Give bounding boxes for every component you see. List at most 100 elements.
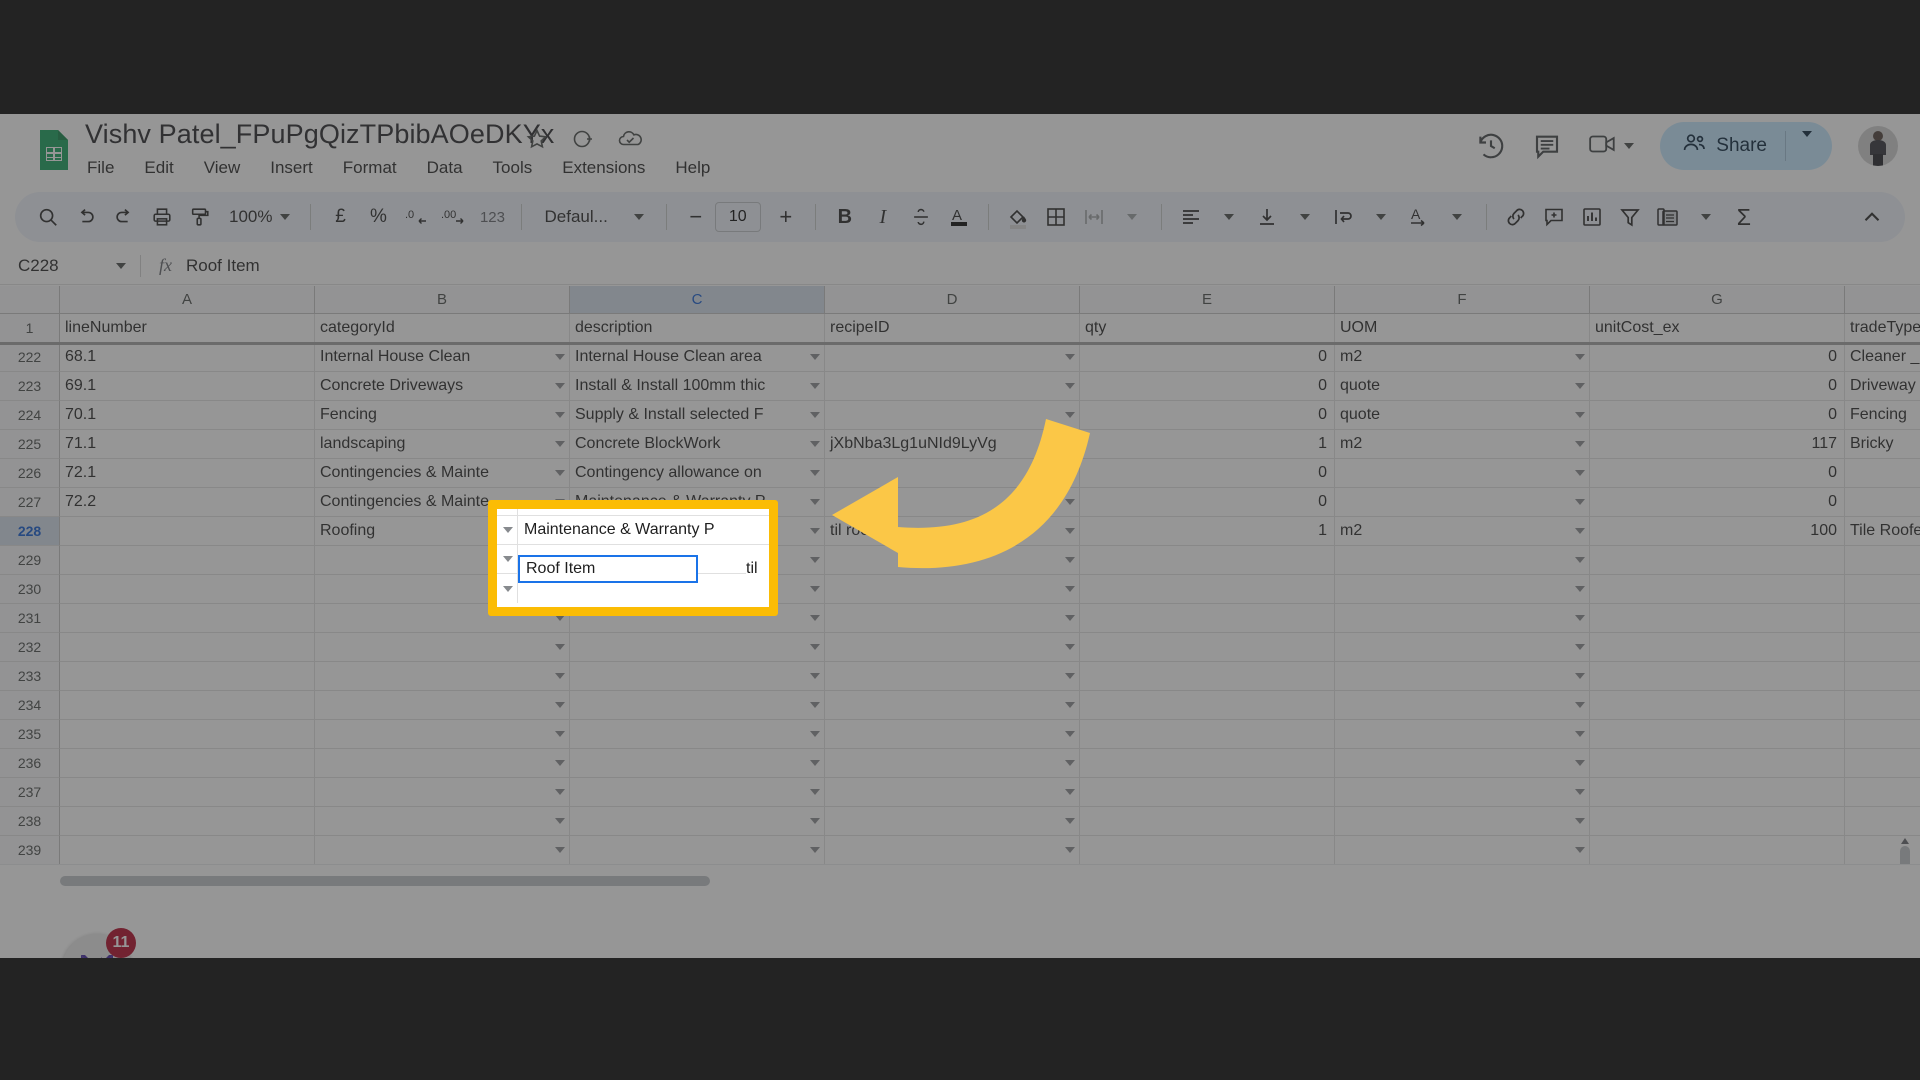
grid-cell-E234[interactable] (1080, 691, 1335, 720)
grid-cell-C232[interactable] (570, 633, 825, 662)
grid-cell-A229[interactable] (60, 546, 315, 575)
data-validation-caret-icon[interactable] (1575, 383, 1585, 389)
grid-cell-E239[interactable] (1080, 836, 1335, 864)
grid-cell-G238[interactable] (1590, 807, 1845, 836)
table-row[interactable]: 234 (0, 691, 1920, 720)
grid-cell-F229[interactable] (1335, 546, 1590, 575)
grid-cell-F224[interactable]: quote (1335, 401, 1590, 430)
grid-cell-G227[interactable]: 0 (1590, 488, 1845, 517)
data-validation-caret-icon[interactable] (810, 847, 820, 853)
share-button[interactable]: Share (1660, 122, 1832, 170)
data-validation-caret-icon[interactable] (1065, 789, 1075, 795)
comments-icon[interactable] (1532, 131, 1562, 161)
grid-cell-B222[interactable]: Internal House Clean (315, 343, 570, 372)
data-validation-caret-icon[interactable] (1575, 557, 1585, 563)
data-validation-caret-icon[interactable] (1575, 731, 1585, 737)
text-rotation-button[interactable]: A (1400, 198, 1438, 236)
grid-cell-E223[interactable]: 0 (1080, 372, 1335, 401)
row-header-233[interactable]: 233 (0, 662, 60, 691)
data-validation-caret-icon[interactable] (555, 760, 565, 766)
move-to-drive-icon[interactable] (571, 127, 595, 151)
grid-cell-F237[interactable] (1335, 778, 1590, 807)
data-validation-caret-icon[interactable] (1065, 702, 1075, 708)
chevron-down-icon[interactable] (1286, 198, 1324, 236)
data-validation-caret-icon[interactable] (1065, 731, 1075, 737)
data-validation-caret-icon[interactable] (1065, 354, 1075, 360)
row-header-227[interactable]: 227 (0, 488, 60, 517)
increase-decimal-button[interactable]: .00 (435, 198, 473, 236)
scroll-up-button[interactable] (1896, 832, 1914, 850)
grid-cell-D222[interactable] (825, 343, 1080, 372)
grid-cell-A239[interactable] (60, 836, 315, 864)
data-validation-caret-icon[interactable] (1065, 818, 1075, 824)
currency-button[interactable]: £ (321, 198, 359, 236)
header-cell[interactable]: tradeType (1845, 314, 1920, 343)
grid-cell-H226[interactable] (1845, 459, 1920, 488)
grid-cell-F233[interactable] (1335, 662, 1590, 691)
table-row[interactable]: 223 69.1 Concrete Driveways Install & Insta… (0, 372, 1920, 401)
grid-cell-F228[interactable]: m2 (1335, 517, 1590, 546)
data-validation-caret-icon[interactable] (555, 702, 565, 708)
grid-cell-D234[interactable] (825, 691, 1080, 720)
column-header-b[interactable]: B (315, 286, 570, 314)
header-cell[interactable]: recipeID (825, 314, 1080, 343)
grid-cell-H232[interactable] (1845, 633, 1920, 662)
grid-cell-A233[interactable] (60, 662, 315, 691)
column-header-g[interactable]: G (1590, 286, 1845, 314)
grid-cell-B223[interactable]: Concrete Driveways (315, 372, 570, 401)
table-row[interactable]: 235 (0, 720, 1920, 749)
fill-color-button[interactable] (999, 198, 1037, 236)
data-validation-caret-icon[interactable] (1065, 673, 1075, 679)
row-header-225[interactable]: 225 (0, 430, 60, 459)
grid-cell-E237[interactable] (1080, 778, 1335, 807)
grid-cell-B233[interactable] (315, 662, 570, 691)
data-validation-caret-icon[interactable] (492, 544, 518, 574)
data-validation-caret-icon[interactable] (810, 673, 820, 679)
version-history-icon[interactable] (1476, 131, 1506, 161)
data-validation-caret-icon[interactable] (1065, 760, 1075, 766)
row-header-1[interactable]: 1 (0, 314, 60, 343)
grid-cell-D238[interactable] (825, 807, 1080, 836)
chevron-down-icon[interactable] (1438, 198, 1476, 236)
table-row[interactable]: 232 (0, 633, 1920, 662)
menu-insert[interactable]: Insert (268, 156, 315, 180)
data-validation-caret-icon[interactable] (555, 412, 565, 418)
row-header-226[interactable]: 226 (0, 459, 60, 488)
grid-cell-A223[interactable]: 69.1 (60, 372, 315, 401)
menu-view[interactable]: View (202, 156, 243, 180)
column-header-h[interactable]: H (1845, 286, 1920, 314)
font-size-input[interactable]: 10 (714, 202, 761, 232)
mail-widget[interactable]: 11 (62, 928, 136, 958)
grid-cell-H236[interactable] (1845, 749, 1920, 778)
grid-cell-A237[interactable] (60, 778, 315, 807)
grid-cell-C222[interactable]: Internal House Clean area (570, 343, 825, 372)
share-button-main[interactable]: Share (1660, 122, 1785, 170)
italic-button[interactable]: I (864, 198, 902, 236)
sum-icon[interactable]: Σ (1725, 198, 1763, 236)
grid-cell-G239[interactable] (1590, 836, 1845, 864)
grid-cell-A230[interactable] (60, 575, 315, 604)
row-header-239[interactable]: 239 (0, 836, 60, 864)
data-validation-caret-icon[interactable] (492, 503, 518, 516)
chevron-down-icon[interactable] (1362, 198, 1400, 236)
data-validation-caret-icon[interactable] (1575, 441, 1585, 447)
data-validation-caret-icon[interactable] (810, 731, 820, 737)
grid-cell-B238[interactable] (315, 807, 570, 836)
column-header-c[interactable]: C (570, 286, 825, 314)
grid-cell-B224[interactable]: Fencing (315, 401, 570, 430)
grid-cell-G234[interactable] (1590, 691, 1845, 720)
menu-extensions[interactable]: Extensions (560, 156, 647, 180)
avatar[interactable] (1858, 126, 1898, 166)
data-validation-caret-icon[interactable] (1575, 354, 1585, 360)
grid-cell-F230[interactable] (1335, 575, 1590, 604)
grid-cell-G230[interactable] (1590, 575, 1845, 604)
row-header-234[interactable]: 234 (0, 691, 60, 720)
grid-cell-B225[interactable]: landscaping (315, 430, 570, 459)
horizontal-align-button[interactable] (1172, 198, 1210, 236)
grid-cell-G226[interactable]: 0 (1590, 459, 1845, 488)
header-cell[interactable]: lineNumber (60, 314, 315, 343)
header-cell[interactable]: categoryId (315, 314, 570, 343)
grid-cell-A225[interactable]: 71.1 (60, 430, 315, 459)
grid-cell-C238[interactable] (570, 807, 825, 836)
row-header-223[interactable]: 223 (0, 372, 60, 401)
